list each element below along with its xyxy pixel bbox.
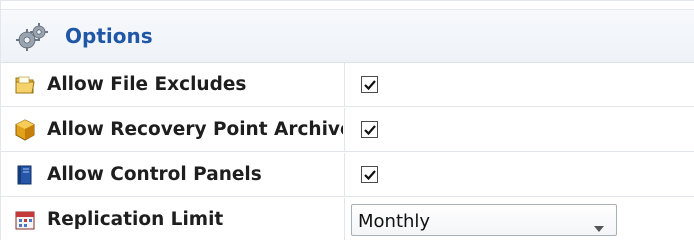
option-label-cell: Allow Recovery Point Archive bbox=[1, 108, 345, 152]
option-label: Allow File Excludes bbox=[47, 74, 247, 95]
calendar-icon bbox=[13, 208, 37, 232]
option-label: Allow Control Panels bbox=[47, 164, 262, 185]
allow-file-excludes-checkbox[interactable] bbox=[361, 76, 378, 93]
dropdown-arrow-icon bbox=[594, 217, 604, 236]
option-row-recovery-point: Allow Recovery Point Archive bbox=[1, 108, 694, 152]
options-title: Options bbox=[65, 24, 153, 48]
option-value-cell bbox=[346, 153, 694, 197]
replication-limit-select[interactable]: Monthly bbox=[351, 204, 617, 236]
gears-icon bbox=[15, 22, 51, 52]
option-label-cell: Replication Limit bbox=[1, 198, 345, 240]
option-row-control-panels: Allow Control Panels bbox=[1, 153, 694, 197]
check-icon bbox=[364, 170, 376, 181]
options-header: Options bbox=[1, 9, 694, 63]
cube-icon bbox=[13, 118, 37, 142]
check-icon bbox=[364, 80, 376, 91]
option-label: Replication Limit bbox=[47, 209, 224, 230]
check-icon bbox=[364, 125, 376, 136]
replication-limit-value: Monthly bbox=[358, 211, 431, 232]
option-value-cell bbox=[346, 63, 694, 107]
folder-icon bbox=[13, 73, 37, 97]
option-value-cell bbox=[346, 108, 694, 152]
option-label-cell: Allow File Excludes bbox=[1, 63, 345, 107]
options-panel: Options Allow File Excludes Allow Recove… bbox=[0, 0, 694, 240]
book-icon bbox=[13, 163, 37, 187]
option-row-file-excludes: Allow File Excludes bbox=[1, 63, 694, 107]
allow-recovery-point-archive-checkbox[interactable] bbox=[361, 121, 378, 138]
option-value-cell: Monthly bbox=[346, 198, 694, 240]
option-label: Allow Recovery Point Archive bbox=[47, 119, 343, 140]
option-label-cell: Allow Control Panels bbox=[1, 153, 345, 197]
option-row-replication-limit: Replication Limit Monthly bbox=[1, 198, 694, 240]
allow-control-panels-checkbox[interactable] bbox=[361, 166, 378, 183]
